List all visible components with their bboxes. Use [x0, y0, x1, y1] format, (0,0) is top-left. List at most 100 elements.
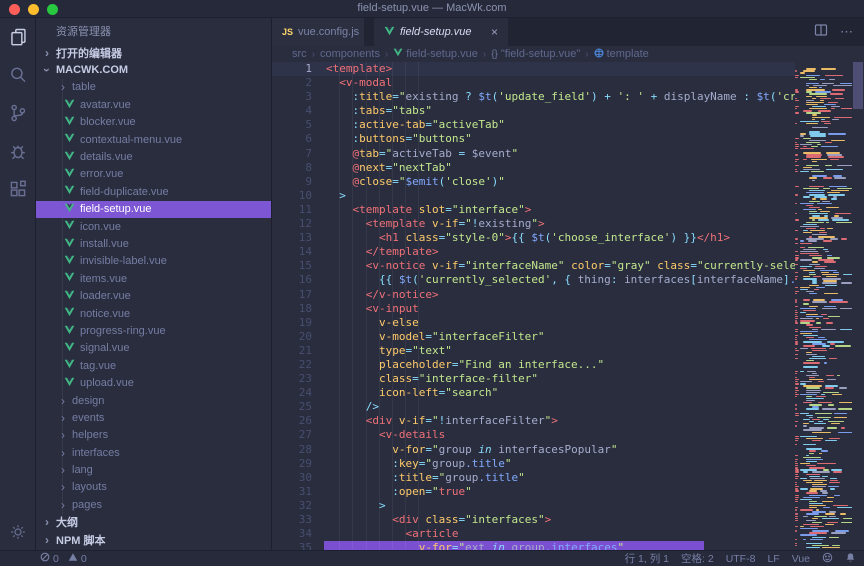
line-number: 7	[272, 147, 318, 161]
line-number: 20	[272, 330, 318, 344]
tree-item-progress-ring-vue[interactable]: progress-ring.vue	[36, 322, 271, 339]
tree-item-error-vue[interactable]: error.vue	[36, 166, 271, 183]
tab-field-setup-vue[interactable]: field-setup.vue ×	[374, 18, 508, 46]
minimap[interactable]	[795, 62, 852, 550]
code-line: placeholder="Find an interface..."	[326, 358, 795, 372]
close-window-button[interactable]	[9, 4, 20, 15]
extensions-icon[interactable]	[0, 170, 35, 208]
code-line: v-for="ext in group.interfaces"	[326, 541, 795, 550]
tree-item-details-vue[interactable]: details.vue	[36, 148, 271, 165]
tree-item-blocker-vue[interactable]: blocker.vue	[36, 114, 271, 131]
minimize-window-button[interactable]	[28, 4, 39, 15]
tree-item-table[interactable]: ›table	[36, 79, 271, 96]
tree-item-label: error.vue	[80, 168, 123, 180]
tree-item-label: field-setup.vue	[80, 203, 152, 215]
breadcrumb-item[interactable]: components	[320, 48, 380, 60]
editor-scrollbar[interactable]	[852, 62, 864, 550]
chevron-down-icon: ›	[42, 65, 52, 75]
outline-section[interactable]: › 大纲	[36, 514, 271, 531]
npm-scripts-label: NPM 脚本	[56, 532, 106, 548]
tree-item-notice-vue[interactable]: notice.vue	[36, 305, 271, 322]
tree-item-design[interactable]: ›design	[36, 392, 271, 409]
workspace-section[interactable]: › MACWK.COM	[36, 61, 271, 78]
line-number: 18	[272, 302, 318, 316]
tree-item-pages[interactable]: ›pages	[36, 496, 271, 513]
status-item[interactable]: LF	[767, 553, 779, 565]
npm-scripts-section[interactable]: › NPM 脚本	[36, 531, 271, 548]
line-number: 14	[272, 245, 318, 259]
tree-item-helpers[interactable]: ›helpers	[36, 427, 271, 444]
tree-item-contextual-menu-vue[interactable]: contextual-menu.vue	[36, 131, 271, 148]
code-line: v-model="interfaceFilter"	[326, 330, 795, 344]
status-item[interactable]: 行 1, 列 1	[625, 551, 669, 566]
explorer-icon[interactable]	[0, 18, 35, 56]
tree-item-invisible-label-vue[interactable]: invisible-label.vue	[36, 253, 271, 270]
tree-item-events[interactable]: ›events	[36, 409, 271, 426]
window-title: field-setup.vue — MacWk.com	[0, 0, 864, 17]
code-line: @tab="activeTab = $event"	[326, 147, 795, 161]
tab-vue-config-js[interactable]: JS vue.config.js	[272, 18, 364, 46]
zoom-window-button[interactable]	[47, 4, 58, 15]
line-number: 34	[272, 527, 318, 541]
code-line: v-for="group in interfacesPopular"	[326, 443, 795, 457]
tab-label: field-setup.vue	[400, 26, 472, 38]
breadcrumb-item[interactable]: src	[292, 48, 307, 60]
search-icon[interactable]	[0, 56, 35, 94]
tree-item-label: upload.vue	[80, 377, 134, 389]
debug-icon[interactable]	[0, 132, 35, 170]
settings-gear-icon[interactable]	[0, 522, 35, 542]
status-item[interactable]: Vue	[792, 553, 810, 565]
vue-file-icon	[64, 342, 75, 355]
tab-close-icon[interactable]: ×	[491, 25, 498, 39]
vue-icon	[393, 48, 403, 60]
chevron-right-icon: ›	[58, 465, 68, 475]
code-line: >	[326, 189, 795, 203]
tree-item-icon-vue[interactable]: icon.vue	[36, 218, 271, 235]
code-line: <v-input	[326, 302, 795, 316]
feedback-smiley-icon[interactable]	[822, 552, 833, 566]
tree-item-avatar-vue[interactable]: avatar.vue	[36, 96, 271, 113]
breadcrumb-item[interactable]: field-setup.vue	[393, 48, 478, 60]
status-item[interactable]: UTF-8	[726, 553, 756, 565]
more-actions-icon[interactable]: ⋯	[840, 24, 854, 40]
tree-item-label: pages	[72, 499, 102, 511]
split-editor-icon[interactable]	[814, 23, 828, 42]
tree-item-field-duplicate-vue[interactable]: field-duplicate.vue	[36, 183, 271, 200]
status-warning[interactable]: 0	[68, 552, 87, 565]
tree-item-upload-vue[interactable]: upload.vue	[36, 374, 271, 391]
line-number: 25	[272, 400, 318, 414]
tree-item-tag-vue[interactable]: tag.vue	[36, 357, 271, 374]
js-icon: JS	[282, 27, 293, 37]
tree-item-items-vue[interactable]: items.vue	[36, 270, 271, 287]
tree-item-install-vue[interactable]: install.vue	[36, 235, 271, 252]
tree-item-layouts[interactable]: ›layouts	[36, 479, 271, 496]
line-number: 24	[272, 386, 318, 400]
breadcrumb-label: "field-setup.vue"	[501, 48, 580, 60]
line-number: 11	[272, 203, 318, 217]
code-line: <div v-if="!interfaceFilter">	[326, 414, 795, 428]
notifications-bell-icon[interactable]	[845, 552, 856, 566]
status-item[interactable]: 空格: 2	[681, 551, 714, 566]
vue-file-icon	[64, 151, 75, 164]
code-line: :title="existing ? $t('update_field') + …	[326, 90, 795, 104]
code-editor[interactable]: 1234567891011121314151617181920212223242…	[272, 62, 864, 550]
breadcrumb-item[interactable]: {}"field-setup.vue"	[491, 48, 580, 60]
tree-item-signal-vue[interactable]: signal.vue	[36, 340, 271, 357]
vue-file-icon	[64, 272, 75, 285]
code-content: <template> <v-modal :title="existing ? $…	[326, 62, 795, 550]
tree-item-field-setup-vue[interactable]: field-setup.vue	[36, 201, 271, 218]
status-count: 0	[53, 553, 59, 565]
tree-item-lang[interactable]: ›lang	[36, 461, 271, 478]
tree-item-label: blocker.vue	[80, 116, 136, 128]
tree-item-interfaces[interactable]: ›interfaces	[36, 444, 271, 461]
status-left: 00	[40, 552, 87, 565]
open-editors-section[interactable]: › 打开的编辑器	[36, 44, 271, 61]
breadcrumb-item[interactable]: template	[594, 48, 649, 61]
vue-file-icon	[64, 359, 75, 372]
source-control-icon[interactable]	[0, 94, 35, 132]
tree-item-loader-vue[interactable]: loader.vue	[36, 287, 271, 304]
status-error[interactable]: 0	[40, 552, 59, 565]
code-line: <v-modal	[326, 76, 795, 90]
scrollbar-thumb[interactable]	[853, 62, 863, 109]
tree-item-label: signal.vue	[80, 342, 130, 354]
